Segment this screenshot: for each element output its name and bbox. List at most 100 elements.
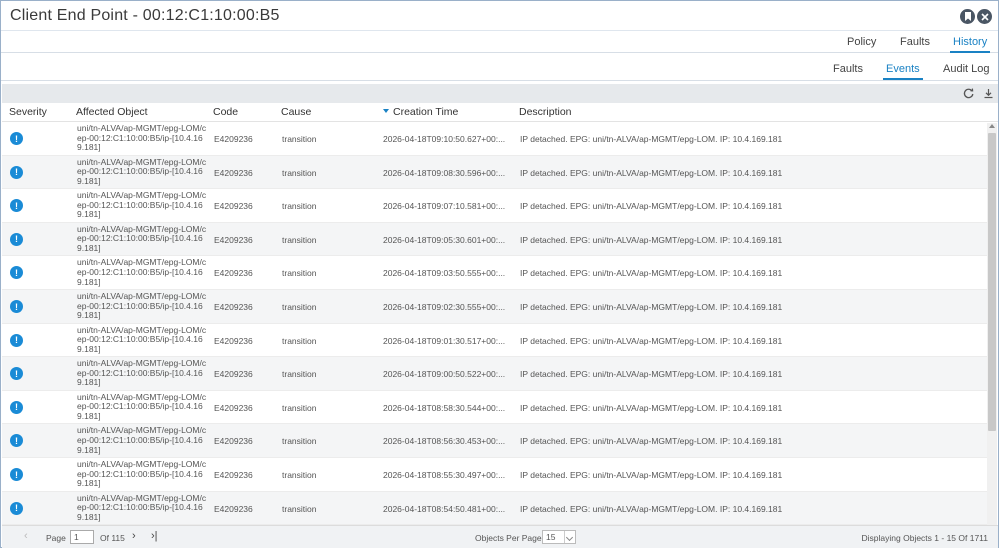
- cause-cell: transition: [282, 436, 317, 447]
- cause-cell: transition: [282, 470, 317, 480]
- download-icon[interactable]: [982, 87, 995, 100]
- subtab-events[interactable]: Events: [883, 63, 923, 80]
- chevron-down-icon: [564, 531, 575, 543]
- page-label: Page: [46, 533, 66, 543]
- creation-time-cell: 2026-04-18T09:07:10.581+00:...: [383, 201, 506, 212]
- description-cell: IP detached. EPG: uni/tn-ALVA/ap-MGMT/ep…: [520, 134, 783, 144]
- table-toolbar: [2, 84, 998, 103]
- table-body: ! uni/tn-ALVA/ap-MGMT/epg-LOM/cep-00:12:C…: [2, 122, 998, 525]
- severity-info-icon: !: [10, 165, 23, 179]
- close-icon[interactable]: [977, 9, 992, 24]
- subtab-audit-log[interactable]: Audit Log: [943, 63, 989, 75]
- table-row[interactable]: ! uni/tn-ALVA/ap-MGMT/epg-LOM/cep-00:12:C…: [2, 222, 987, 257]
- scroll-up-arrow-icon[interactable]: [989, 124, 995, 128]
- table-row[interactable]: ! uni/tn-ALVA/ap-MGMT/epg-LOM/cep-00:12:C…: [2, 424, 987, 458]
- last-page-icon[interactable]: ›|: [151, 530, 158, 542]
- table-row[interactable]: ! uni/tn-ALVA/ap-MGMT/epg-LOM/cep-00:12:C…: [2, 122, 987, 156]
- title-bar: Client End Point - 00:12:C1:10:00:B5: [1, 1, 998, 31]
- next-page-icon[interactable]: ›: [132, 530, 136, 542]
- table-row[interactable]: ! uni/tn-ALVA/ap-MGMT/epg-LOM/cep-00:12:C…: [2, 491, 987, 525]
- column-header-creation-time[interactable]: Creation Time: [383, 106, 458, 118]
- display-count-text: Displaying Objects 1 - 15 Of 1711: [861, 533, 988, 543]
- objects-per-page-select[interactable]: 15: [542, 530, 576, 544]
- column-header-severity[interactable]: Severity: [9, 106, 47, 118]
- affected-object-cell: uni/tn-ALVA/ap-MGMT/epg-LOM/cep-00:12:C1…: [77, 156, 207, 186]
- cause-cell: transition: [282, 369, 317, 380]
- table-row[interactable]: ! uni/tn-ALVA/ap-MGMT/epg-LOM/cep-00:12:C…: [2, 357, 987, 391]
- code-cell: E4209236: [214, 369, 253, 380]
- code-cell: E4209236: [214, 302, 253, 312]
- creation-time-cell: 2026-04-18T09:01:30.517+00:...: [383, 335, 506, 346]
- description-cell: IP detached. EPG: uni/tn-ALVA/ap-MGMT/ep…: [520, 302, 783, 312]
- column-header-creation-time-label: Creation Time: [393, 106, 459, 118]
- table-row[interactable]: ! uni/tn-ALVA/ap-MGMT/epg-LOM/cep-00:12:C…: [2, 256, 987, 290]
- description-cell: IP detached. EPG: uni/tn-ALVA/ap-MGMT/ep…: [520, 201, 783, 212]
- description-cell: IP detached. EPG: uni/tn-ALVA/ap-MGMT/ep…: [520, 503, 783, 514]
- code-cell: E4209236: [214, 134, 253, 144]
- tab-policy[interactable]: Policy: [847, 36, 876, 48]
- window-title: Client End Point - 00:12:C1:10:00:B5: [10, 7, 280, 24]
- table-row[interactable]: ! uni/tn-ALVA/ap-MGMT/epg-LOM/cep-00:12:C…: [2, 391, 987, 425]
- creation-time-cell: 2026-04-18T09:10:50.627+00:...: [383, 134, 506, 144]
- affected-object-cell: uni/tn-ALVA/ap-MGMT/epg-LOM/cep-00:12:C1…: [77, 324, 207, 354]
- bookmark-icon[interactable]: [960, 9, 975, 24]
- table-row[interactable]: ! uni/tn-ALVA/ap-MGMT/epg-LOM/cep-00:12:C…: [2, 189, 987, 223]
- description-cell: IP detached. EPG: uni/tn-ALVA/ap-MGMT/ep…: [520, 436, 783, 447]
- affected-object-cell: uni/tn-ALVA/ap-MGMT/epg-LOM/cep-00:12:C1…: [77, 492, 207, 522]
- subtab-faults[interactable]: Faults: [833, 63, 863, 75]
- creation-time-cell: 2026-04-18T09:05:30.601+00:...: [383, 234, 506, 245]
- scroll-thumb[interactable]: [988, 133, 996, 431]
- code-cell: E4209236: [214, 268, 253, 279]
- cause-cell: transition: [282, 402, 317, 413]
- severity-info-icon: !: [10, 501, 23, 515]
- column-header-code[interactable]: Code: [213, 106, 238, 118]
- cause-cell: transition: [282, 234, 317, 245]
- severity-info-icon: !: [10, 468, 23, 481]
- previous-page-icon[interactable]: ‹: [24, 530, 28, 542]
- column-header-description[interactable]: Description: [519, 106, 572, 118]
- creation-time-cell: 2026-04-18T09:02:30.555+00:...: [383, 302, 506, 312]
- refresh-icon[interactable]: [962, 87, 975, 100]
- page-number-input[interactable]: 1: [70, 530, 94, 544]
- table-row[interactable]: ! uni/tn-ALVA/ap-MGMT/epg-LOM/cep-00:12:C…: [2, 324, 987, 358]
- description-cell: IP detached. EPG: uni/tn-ALVA/ap-MGMT/ep…: [520, 335, 783, 346]
- description-cell: IP detached. EPG: uni/tn-ALVA/ap-MGMT/ep…: [520, 268, 783, 279]
- cause-cell: transition: [282, 167, 317, 178]
- secondary-tab-bar: Faults Events Audit Log: [1, 59, 998, 81]
- table-row[interactable]: ! uni/tn-ALVA/ap-MGMT/epg-LOM/cep-00:12:C…: [2, 458, 987, 492]
- cause-cell: transition: [282, 134, 317, 144]
- creation-time-cell: 2026-04-18T08:55:30.497+00:...: [383, 470, 506, 480]
- page-count-label: Of 115: [100, 533, 125, 543]
- table-row[interactable]: ! uni/tn-ALVA/ap-MGMT/epg-LOM/cep-00:12:C…: [2, 155, 987, 190]
- column-header-affected-object[interactable]: Affected Object: [76, 106, 148, 118]
- severity-info-icon: !: [10, 367, 23, 381]
- vertical-scrollbar[interactable]: [987, 123, 997, 525]
- tab-history[interactable]: History: [949, 36, 991, 53]
- code-cell: E4209236: [214, 234, 253, 245]
- primary-tab-bar: Policy Faults History: [1, 31, 998, 53]
- table-header: Severity Affected Object Code Cause Crea…: [2, 103, 998, 122]
- code-cell: E4209236: [214, 167, 253, 178]
- code-cell: E4209236: [214, 402, 253, 413]
- code-cell: E4209236: [214, 436, 253, 447]
- description-cell: IP detached. EPG: uni/tn-ALVA/ap-MGMT/ep…: [520, 470, 783, 480]
- affected-object-cell: uni/tn-ALVA/ap-MGMT/epg-LOM/cep-00:12:C1…: [77, 291, 207, 321]
- cause-cell: transition: [282, 268, 317, 279]
- affected-object-cell: uni/tn-ALVA/ap-MGMT/epg-LOM/cep-00:12:C1…: [77, 123, 207, 153]
- objects-per-page-value: 15: [546, 532, 556, 542]
- tab-faults[interactable]: Faults: [900, 36, 930, 48]
- creation-time-cell: 2026-04-18T08:58:30.544+00:...: [383, 402, 506, 413]
- description-cell: IP detached. EPG: uni/tn-ALVA/ap-MGMT/ep…: [520, 402, 783, 413]
- severity-info-icon: !: [10, 400, 23, 414]
- affected-object-cell: uni/tn-ALVA/ap-MGMT/epg-LOM/cep-00:12:C1…: [77, 190, 207, 220]
- affected-object-cell: uni/tn-ALVA/ap-MGMT/epg-LOM/cep-00:12:C1…: [77, 425, 207, 455]
- objects-per-page-label: Objects Per Page:: [475, 533, 544, 543]
- sort-descending-icon: [383, 109, 389, 114]
- severity-info-icon: !: [10, 232, 23, 246]
- column-header-cause[interactable]: Cause: [281, 106, 311, 118]
- severity-info-icon: !: [10, 434, 23, 448]
- table-row[interactable]: ! uni/tn-ALVA/ap-MGMT/epg-LOM/cep-00:12:C…: [2, 290, 987, 324]
- pagination-bar: ‹ Page 1 Of 115 › ›| Objects Per Page: 1…: [2, 525, 998, 548]
- description-cell: IP detached. EPG: uni/tn-ALVA/ap-MGMT/ep…: [520, 369, 783, 380]
- code-cell: E4209236: [214, 201, 253, 212]
